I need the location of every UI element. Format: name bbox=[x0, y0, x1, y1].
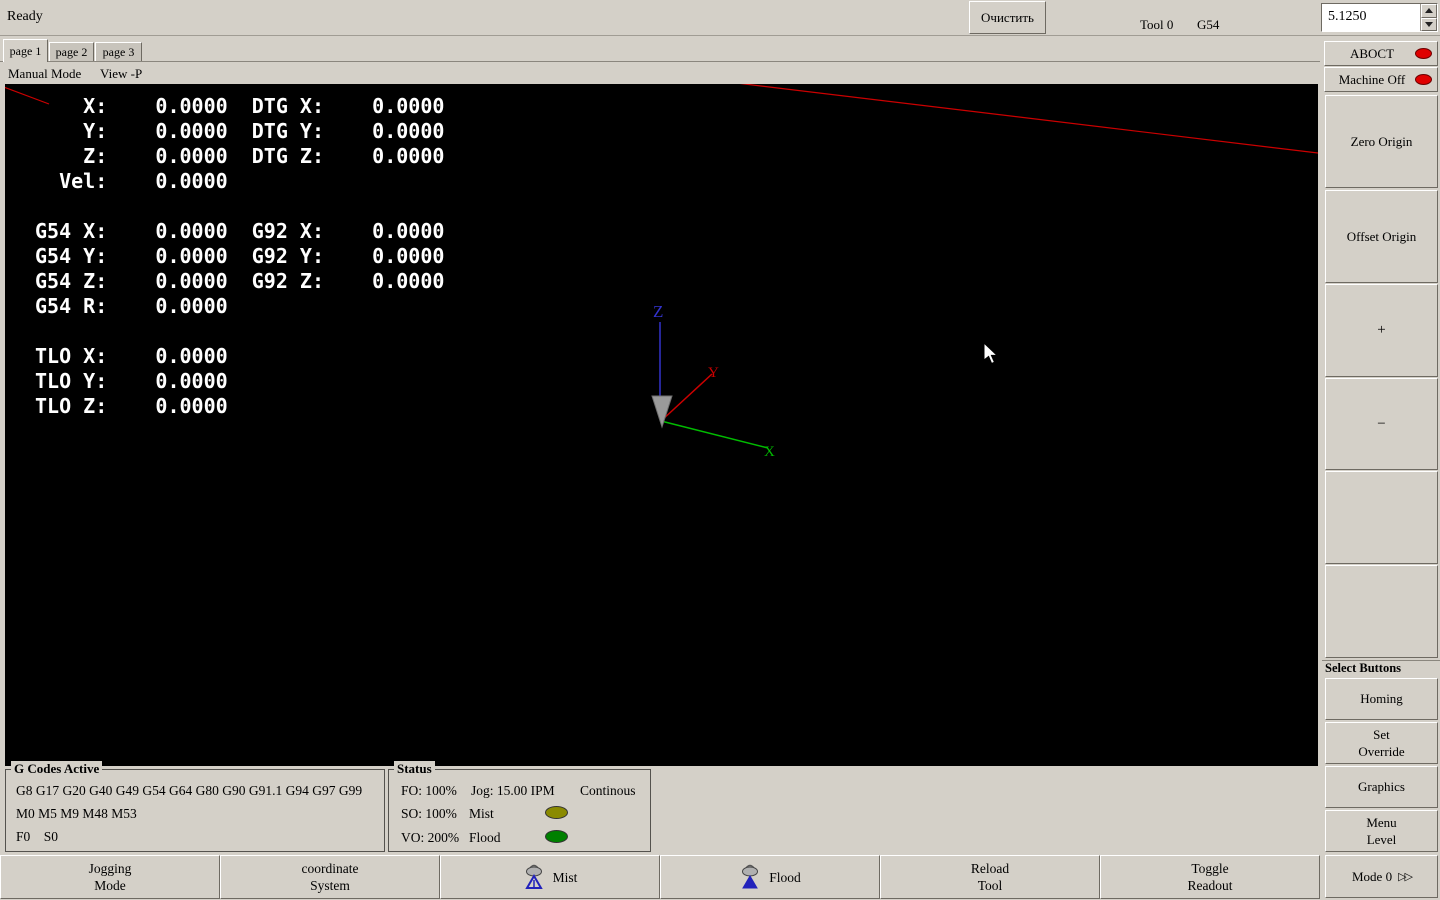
toggle-readout-button[interactable]: Toggle Readout bbox=[1100, 855, 1320, 899]
mist-led-icon bbox=[545, 806, 568, 819]
spin-up-button[interactable] bbox=[1421, 4, 1437, 18]
minus-icon: − bbox=[1377, 415, 1386, 432]
tool-number-readout: Tool 0 bbox=[1140, 17, 1174, 32]
dro-line: TLO Z: 0.0000 bbox=[35, 394, 228, 418]
value-spinbox[interactable]: 5.1250 bbox=[1321, 3, 1438, 32]
spinbox-arrows bbox=[1420, 4, 1437, 31]
plus-icon: + bbox=[1377, 322, 1386, 338]
set-override-button[interactable]: Set Override bbox=[1325, 722, 1438, 764]
dro-line: TLO X: 0.0000 bbox=[35, 344, 228, 368]
notebook-divider bbox=[0, 61, 1320, 62]
gcodes-active-box: G Codes Active G8 G17 G20 G40 G49 G54 G6… bbox=[5, 761, 385, 852]
mist-button[interactable]: Mist bbox=[440, 855, 660, 899]
fast-forward-icon: ▷▷ bbox=[1398, 870, 1413, 883]
arrow-up-icon bbox=[1425, 8, 1433, 14]
spinbox-value[interactable]: 5.1250 bbox=[1322, 4, 1420, 31]
machine-limit-line bbox=[739, 84, 1318, 154]
menu-bar: Manual Mode View -P bbox=[0, 63, 1320, 83]
active-mcodes-text: M0 M5 M9 M48 M53 bbox=[16, 806, 137, 821]
increment-button[interactable]: + bbox=[1325, 284, 1438, 377]
machine-power-label: Machine Off bbox=[1338, 71, 1406, 87]
decrement-button[interactable]: − bbox=[1325, 378, 1438, 470]
dro-line: Y: 0.0000 DTG Y: 0.0000 bbox=[35, 119, 445, 143]
mouse-cursor bbox=[983, 342, 999, 365]
dro-line: G54 Z: 0.0000 G92 Z: 0.0000 bbox=[35, 269, 445, 293]
status-box: Status FO: 100% Jog: 15.00 IPM Continous… bbox=[388, 761, 651, 852]
flood-status-label: Flood bbox=[469, 830, 501, 845]
jog-rate-text: Jog: 15.00 IPM bbox=[471, 783, 555, 798]
feed-override-text: FO: 100% bbox=[401, 783, 457, 798]
spin-down-button[interactable] bbox=[1421, 17, 1437, 31]
dro-line: G54 X: 0.0000 G92 X: 0.0000 bbox=[35, 219, 445, 243]
x-axis-label: X bbox=[764, 444, 775, 460]
dro-line: TLO Y: 0.0000 bbox=[35, 369, 228, 393]
dro-line: Vel: 0.0000 bbox=[35, 169, 228, 193]
coordinate-system-button[interactable]: coordinate System bbox=[220, 855, 440, 899]
blank-button[interactable] bbox=[1325, 471, 1438, 564]
menu-level-button[interactable]: Menu Level bbox=[1325, 810, 1438, 852]
dro-line: Z: 0.0000 DTG Z: 0.0000 bbox=[35, 144, 445, 168]
active-gcodes-text: G8 G17 G20 G40 G49 G54 G64 G80 G90 G91.1… bbox=[16, 783, 363, 798]
top-status-bar: Ready Очистить Tool 0 G54 5.1250 bbox=[0, 0, 1440, 36]
homing-button[interactable]: Homing bbox=[1325, 678, 1438, 720]
backplot-canvas[interactable]: X: 0.0000 DTG X: 0.0000 Y: 0.0000 DTG Y:… bbox=[5, 84, 1318, 766]
select-buttons-header: Select Buttons bbox=[1322, 660, 1440, 677]
flood-button[interactable]: Flood bbox=[660, 855, 880, 899]
x-axis-line bbox=[660, 420, 769, 449]
arrow-down-icon bbox=[1425, 21, 1433, 27]
z-axis-label: Z bbox=[653, 302, 663, 321]
flood-led-icon bbox=[545, 830, 568, 843]
y-axis-label: Y bbox=[708, 365, 719, 381]
zero-origin-button[interactable]: Zero Origin bbox=[1325, 95, 1438, 188]
mist-button-label: Mist bbox=[552, 869, 578, 885]
mode-label: Mode 0 bbox=[1351, 868, 1393, 884]
estop-led-icon bbox=[1415, 47, 1432, 59]
blank-button[interactable] bbox=[1325, 565, 1438, 658]
estop-label: ABOCT bbox=[1349, 45, 1395, 61]
jogging-mode-button[interactable]: Jogging Mode bbox=[0, 855, 220, 899]
spindle-override-text: SO: 100% bbox=[401, 806, 457, 821]
reload-tool-button[interactable]: Reload Tool bbox=[880, 855, 1100, 899]
velocity-override-text: VO: 200% bbox=[401, 830, 460, 845]
dro-line bbox=[35, 194, 444, 219]
flood-icon bbox=[742, 864, 759, 889]
dro-readout: X: 0.0000 DTG X: 0.0000 Y: 0.0000 DTG Y:… bbox=[35, 94, 444, 419]
machine-power-button[interactable]: Machine Off bbox=[1324, 67, 1438, 92]
dro-line: G54 Y: 0.0000 G92 Y: 0.0000 bbox=[35, 244, 445, 268]
jog-mode-text: Continous bbox=[580, 783, 636, 798]
dro-line: G54 R: 0.0000 bbox=[35, 294, 228, 318]
mode-button[interactable]: Mode 0 ▷▷ bbox=[1325, 855, 1438, 898]
tab-page-3[interactable]: page 3 bbox=[95, 42, 142, 61]
feed-speed-text: F0 S0 bbox=[16, 829, 59, 844]
machine-status-text: Ready bbox=[7, 9, 43, 24]
mist-status-label: Mist bbox=[469, 806, 494, 821]
mist-icon bbox=[524, 864, 543, 889]
dro-line bbox=[35, 319, 444, 344]
tab-page-1[interactable]: page 1 bbox=[3, 39, 48, 62]
coord-system-readout: G54 bbox=[1197, 17, 1220, 32]
machine-power-led-icon bbox=[1415, 73, 1432, 85]
offset-origin-button[interactable]: Offset Origin bbox=[1325, 190, 1438, 283]
menu-view[interactable]: View -P bbox=[96, 65, 146, 83]
menu-manual-mode[interactable]: Manual Mode bbox=[4, 65, 85, 83]
clear-button[interactable]: Очистить bbox=[969, 1, 1046, 34]
dro-line: X: 0.0000 DTG X: 0.0000 bbox=[35, 94, 445, 118]
graphics-button[interactable]: Graphics bbox=[1325, 766, 1438, 808]
estop-button[interactable]: ABOCT bbox=[1324, 41, 1438, 66]
flood-button-label: Flood bbox=[769, 869, 801, 885]
tab-page-2[interactable]: page 2 bbox=[49, 42, 94, 61]
